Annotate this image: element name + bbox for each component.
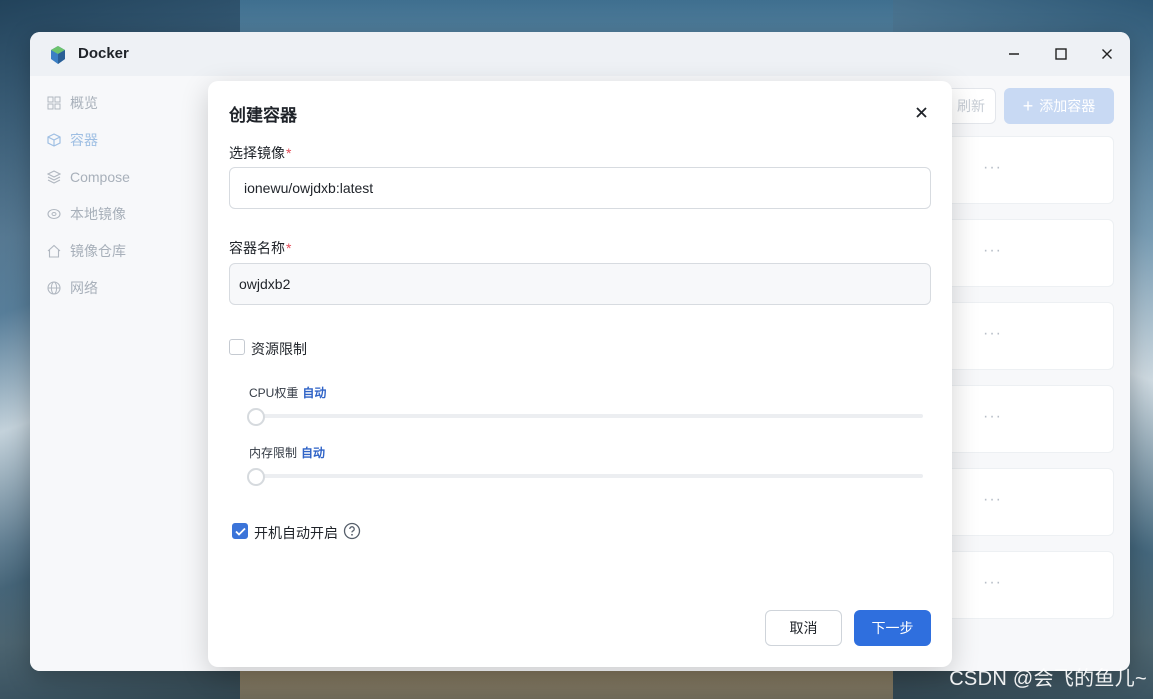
autostart-checkbox[interactable] [232, 523, 248, 539]
add-container-button[interactable]: + 添加容器 [1004, 88, 1114, 124]
memory-label-text: 内存限制 [249, 446, 298, 460]
title-bar: Docker [30, 32, 1130, 76]
sidebar-item-label: 镜像仓库 [70, 243, 126, 259]
disk-icon [46, 206, 62, 222]
required-mark: * [286, 240, 292, 256]
image-select-input[interactable] [229, 167, 931, 209]
more-icon[interactable]: ··· [983, 159, 1002, 177]
next-step-button[interactable]: 下一步 [854, 610, 931, 646]
grid-icon [46, 95, 62, 111]
image-label-text: 选择镜像 [229, 145, 285, 161]
name-field-label: 容器名称* [229, 238, 291, 258]
cube-icon [46, 132, 62, 148]
cancel-button[interactable]: 取消 [765, 610, 842, 646]
sidebar-item-network[interactable]: 网络 [46, 273, 206, 303]
sidebar-item-label: 概览 [70, 95, 98, 111]
minimize-icon [1009, 53, 1019, 55]
resource-limit-label: 资源限制 [251, 341, 307, 357]
more-icon[interactable]: ··· [983, 325, 1002, 343]
autostart-label: 开机自动开启 [254, 525, 338, 541]
resource-limit-checkbox[interactable] [229, 339, 245, 355]
sidebar-item-compose[interactable]: Compose [46, 162, 206, 192]
sidebar-item-overview[interactable]: 概览 [46, 88, 206, 118]
memory-value: 自动 [301, 446, 326, 460]
maximize-button[interactable] [1050, 43, 1072, 65]
close-window-button[interactable] [1096, 43, 1118, 65]
maximize-icon [1055, 48, 1067, 60]
create-container-dialog: 创建容器 选择镜像* 容器名称* 资源限制 CPU权重自动 内存限制自动 开机自… [208, 81, 952, 667]
add-container-label: 添加容器 [1039, 98, 1096, 114]
more-icon[interactable]: ··· [983, 491, 1002, 509]
docker-app-icon [51, 46, 65, 64]
app-title: Docker [78, 45, 129, 62]
cpu-value: 自动 [302, 386, 327, 400]
dialog-close-button[interactable] [911, 102, 931, 122]
check-icon [234, 527, 246, 536]
memory-slider-track[interactable] [249, 474, 923, 478]
close-icon [915, 106, 927, 118]
container-name-input[interactable] [229, 263, 931, 305]
sidebar-item-label: Compose [70, 169, 130, 185]
more-icon[interactable]: ··· [983, 574, 1002, 592]
memory-limit-label: 内存限制 自动 [249, 444, 325, 461]
sidebar-item-containers[interactable]: 容器 [46, 125, 206, 155]
more-icon[interactable]: ··· [983, 408, 1002, 426]
refresh-label: 刷新 [957, 98, 985, 114]
sidebar-item-local-images[interactable]: 本地镜像 [46, 199, 206, 229]
more-icon[interactable]: ··· [983, 242, 1002, 260]
image-field-label: 选择镜像* [229, 143, 291, 163]
sidebar-item-label: 网络 [70, 280, 98, 296]
cpu-slider-thumb[interactable] [247, 408, 265, 426]
required-mark: * [286, 145, 292, 161]
dialog-title: 创建容器 [229, 106, 297, 125]
cpu-label-text: CPU权重 [249, 386, 299, 400]
sidebar-item-label: 容器 [70, 132, 98, 148]
plus-icon: + [1022, 95, 1034, 116]
home-icon [46, 243, 62, 259]
sidebar-item-image-registry[interactable]: 镜像仓库 [46, 236, 206, 266]
watermark: CSDN @会飞的鱼儿~ [949, 668, 1147, 690]
cpu-slider-track[interactable] [249, 414, 923, 418]
close-icon [1102, 49, 1112, 59]
help-icon[interactable] [343, 522, 361, 540]
minimize-button[interactable] [1003, 43, 1025, 65]
layers-icon [46, 169, 62, 185]
cpu-weight-label: CPU权重 自动 [249, 384, 326, 401]
memory-slider-thumb[interactable] [247, 468, 265, 486]
sidebar-item-label: 本地镜像 [70, 206, 126, 222]
sidebar: 概览 容器 Compose 本地镜像 镜像仓库 网络 [30, 76, 208, 671]
globe-icon [46, 280, 62, 296]
name-label-text: 容器名称 [229, 240, 285, 256]
